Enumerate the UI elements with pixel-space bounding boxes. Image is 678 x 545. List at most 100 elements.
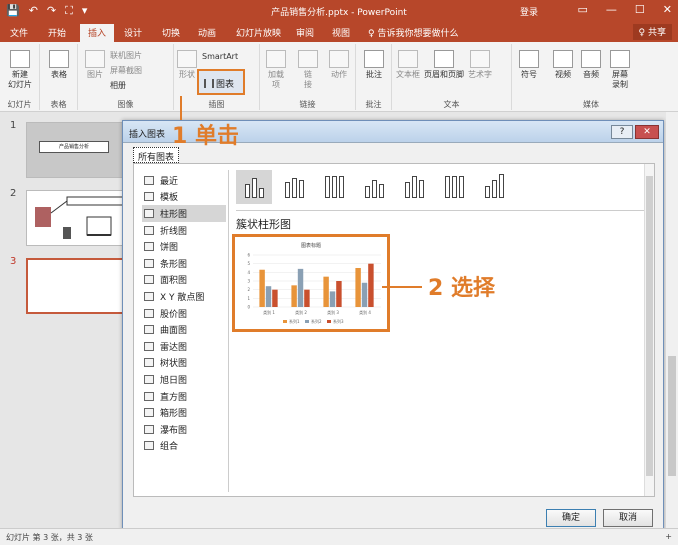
chart-category-label: 股价图	[160, 309, 188, 320]
chart-category-item[interactable]: 直方图	[142, 388, 226, 405]
dialog-title: 插入图表	[129, 130, 166, 140]
audio-button[interactable]: 音频	[578, 50, 604, 80]
link-icon	[298, 50, 318, 68]
screen-recording-button[interactable]: 屏幕 录制	[606, 50, 634, 90]
tab-slideshow[interactable]: 幻灯片放映	[236, 26, 281, 39]
subtype-100-stacked-column[interactable]	[316, 170, 352, 204]
subtype-clustered-column[interactable]	[236, 170, 272, 204]
chart-category-label: 最近	[160, 176, 179, 187]
share-button[interactable]: ♀ 共享	[632, 24, 672, 40]
tab-transitions[interactable]: 切换	[162, 26, 180, 39]
subtype-3d-stacked-column[interactable]	[396, 170, 432, 204]
chart-category-item[interactable]: 面积图	[142, 272, 226, 289]
x-tick-label: 类别 4	[359, 309, 371, 315]
scrollbar-thumb[interactable]	[668, 356, 676, 476]
tab-animations[interactable]: 动画	[198, 26, 216, 39]
chart-category-item[interactable]: 条形图	[142, 255, 226, 272]
picture-button[interactable]: 图片	[82, 50, 108, 80]
action-button[interactable]: 动作	[326, 50, 352, 80]
link-button[interactable]: 链 接	[296, 50, 320, 90]
chart-type-icon	[144, 408, 154, 418]
chart-category-item[interactable]: X Y 散点图	[142, 288, 226, 305]
chart-category-item[interactable]: 雷达图	[142, 338, 226, 355]
header-footer-icon	[434, 50, 454, 68]
tab-design[interactable]: 设计	[124, 26, 142, 39]
bar	[259, 269, 265, 307]
tab-view[interactable]: 视图	[332, 26, 350, 39]
chart-category-item[interactable]: 饼图	[142, 238, 226, 255]
chart-category-label: 柱形图	[160, 209, 188, 220]
group-media: 视频 音频 屏幕 录制 媒体	[546, 44, 636, 110]
shapes-button[interactable]: 形状	[176, 50, 198, 80]
chart-category-item[interactable]: 股价图	[142, 305, 226, 322]
chart-category-item[interactable]: 旭日图	[142, 371, 226, 388]
chart-category-label: 面积图	[160, 276, 188, 287]
chart-category-item[interactable]: 模板	[142, 189, 226, 206]
online-picture-button[interactable]: 联机图片	[110, 50, 142, 61]
subtype-3d-clustered-column[interactable]	[356, 170, 392, 204]
screenshot-button[interactable]: 屏幕截图	[110, 65, 142, 76]
textbox-button[interactable]: 文本框	[394, 50, 422, 80]
tab-file[interactable]: 文件	[10, 26, 28, 39]
chart-category-item[interactable]: 瀑布图	[142, 421, 226, 438]
action-icon	[329, 50, 349, 68]
scrollbar-thumb[interactable]	[646, 176, 653, 476]
chart-preview[interactable]: 图表标题 6 5 4 3 2 1 0 类别 1 类别 2 类别 3 类别 4 系列1 系列2 系列3	[232, 234, 390, 332]
video-button[interactable]: 视频	[550, 50, 576, 80]
new-slide-button[interactable]: 新建 幻灯片	[4, 50, 36, 90]
cancel-button[interactable]: 取消	[603, 509, 653, 527]
dialog-scrollbar[interactable]	[644, 164, 654, 496]
header-footer-button[interactable]: 页眉和页脚	[422, 50, 466, 80]
chart-category-label: 瀑布图	[160, 425, 188, 436]
chart-type-icon	[144, 291, 154, 301]
tab-insert[interactable]: 插入	[80, 24, 115, 42]
album-button[interactable]: 相册	[110, 80, 126, 91]
help-button[interactable]: ?	[611, 125, 633, 139]
omega-icon	[519, 50, 539, 68]
legend-label: 系列2	[311, 318, 322, 324]
legend-swatch	[327, 320, 331, 323]
maximize-icon[interactable]: ☐	[635, 3, 645, 16]
chart-category-item[interactable]: 最近	[142, 172, 226, 189]
tab-home[interactable]: 开始	[48, 26, 66, 39]
tab-review[interactable]: 审阅	[296, 26, 314, 39]
wordart-button[interactable]: 艺术字	[466, 50, 494, 80]
chart-category-item[interactable]: 曲面图	[142, 321, 226, 338]
chart-category-label: 条形图	[160, 259, 188, 270]
slide-number: 1	[10, 120, 17, 131]
symbol-button[interactable]: 符号	[516, 50, 542, 80]
chart-button[interactable]: 图表	[197, 69, 245, 95]
chart-category-item[interactable]: 柱形图	[142, 205, 226, 222]
tell-me-search[interactable]: ♀ 告诉我你想要做什么	[368, 26, 458, 39]
smartart-button[interactable]: SmartArt	[202, 52, 238, 61]
sign-in-link[interactable]: 登录	[520, 5, 538, 18]
chart-category-label: 饼图	[160, 243, 179, 254]
ok-button[interactable]: 确定	[546, 509, 596, 527]
shapes-icon	[177, 50, 197, 68]
zoom-in-button[interactable]: +	[665, 532, 672, 541]
chart-category-label: 模板	[160, 193, 179, 204]
chart-category-item[interactable]: 箱形图	[142, 404, 226, 421]
annotation-connector	[180, 96, 182, 120]
ribbon-display-icon[interactable]: ▭	[578, 3, 588, 16]
comment-button[interactable]: 批注	[361, 50, 387, 80]
addins-button[interactable]: 加载 项	[264, 50, 288, 90]
table-button[interactable]: 表格	[46, 50, 72, 80]
chart-category-item[interactable]: 树状图	[142, 355, 226, 372]
chart-category-item[interactable]: 组合	[142, 438, 226, 455]
y-tick-label: 3	[247, 279, 250, 284]
subtype-stacked-column[interactable]	[276, 170, 312, 204]
main-scrollbar[interactable]	[666, 112, 678, 528]
subtype-3d-column[interactable]	[476, 170, 512, 204]
slide-thumbnail-panel[interactable]: 1 产品销售分析 2 3	[0, 112, 150, 528]
chart-category-item[interactable]: 折线图	[142, 222, 226, 239]
y-tick-label: 2	[247, 287, 250, 292]
dialog-close-button[interactable]: ✕	[635, 125, 659, 139]
close-icon[interactable]: ✕	[663, 3, 672, 16]
bar	[291, 285, 297, 307]
group-label-tables: 表格	[50, 100, 67, 109]
subtype-3d-100-stacked-column[interactable]	[436, 170, 472, 204]
minimize-icon[interactable]: —	[606, 3, 617, 16]
legend-swatch	[305, 320, 309, 323]
comment-icon	[364, 50, 384, 68]
